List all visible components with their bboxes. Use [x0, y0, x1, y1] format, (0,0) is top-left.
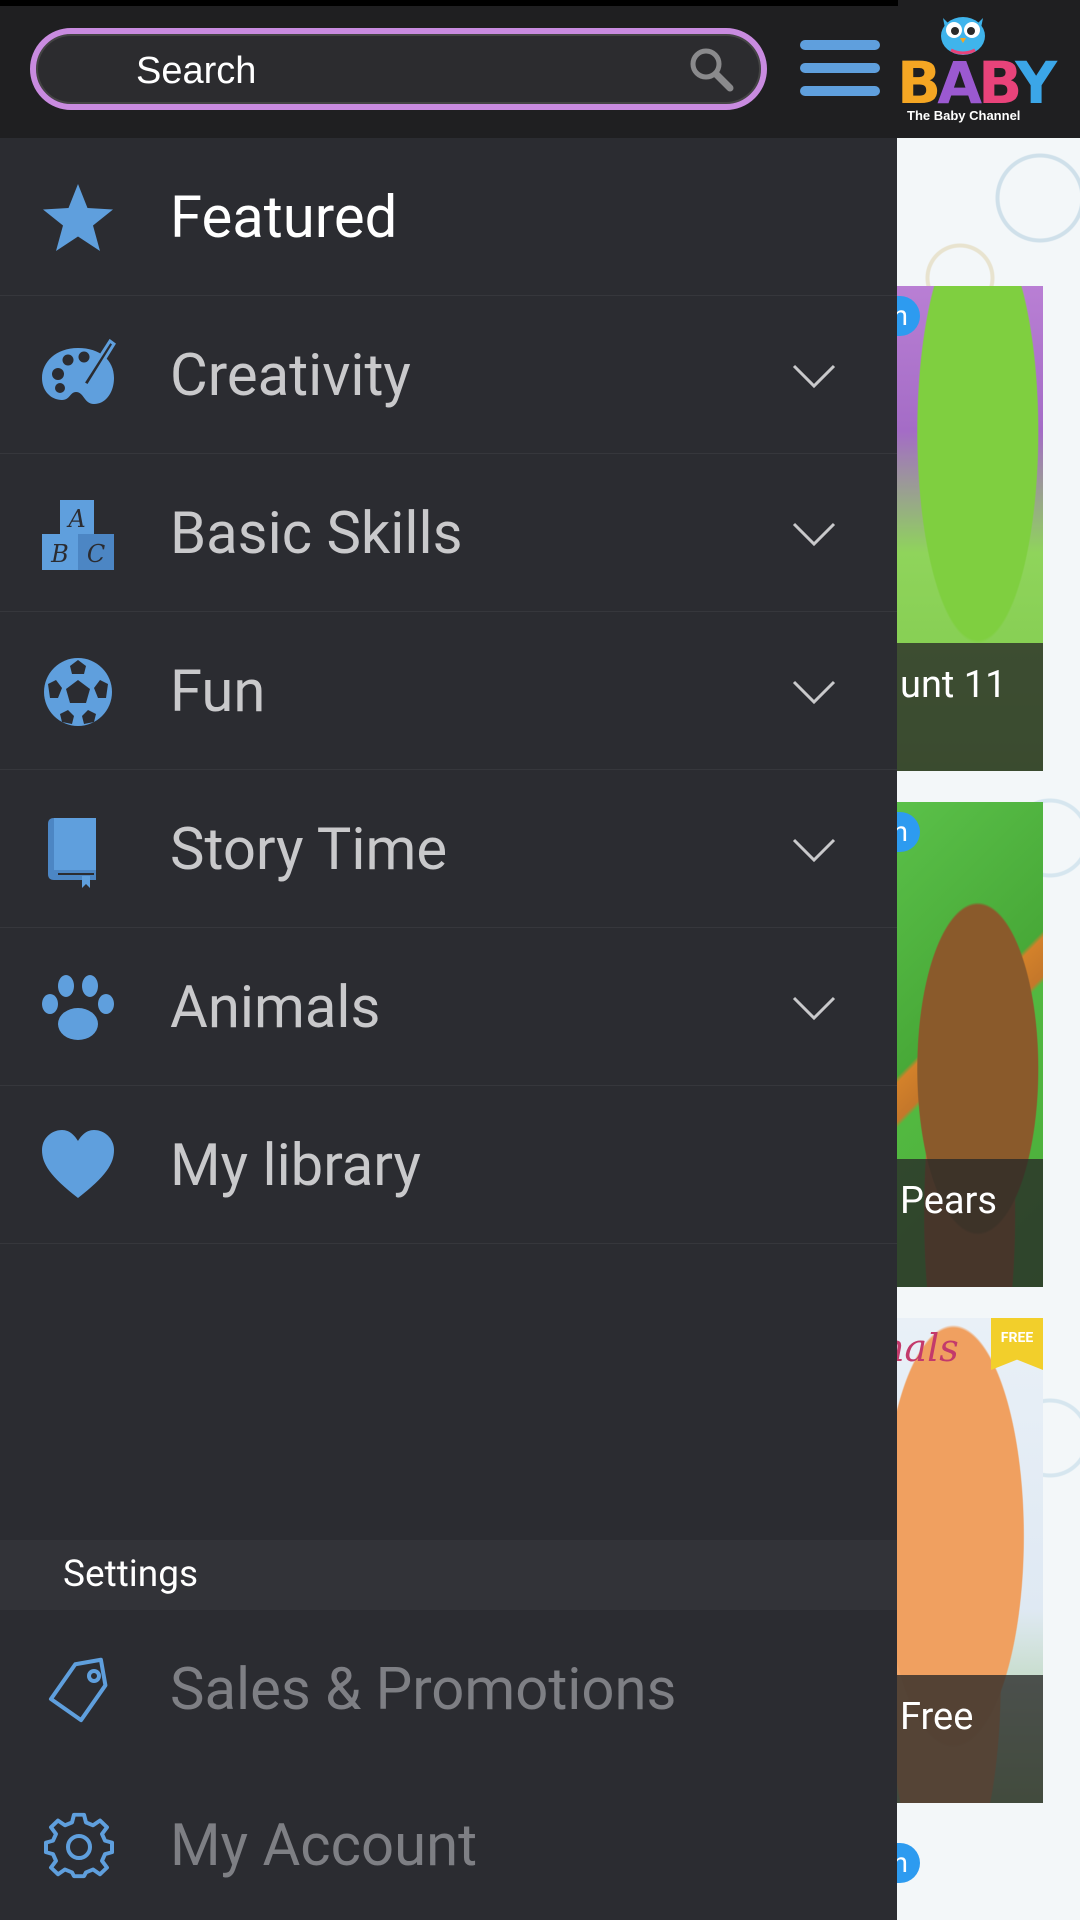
star-icon: [43, 184, 113, 251]
settings-section-header: Settings: [0, 1540, 897, 1610]
drawer-item-basic-skills[interactable]: A B C Basic Skills: [0, 454, 897, 612]
drawer-item-label: Story Time: [170, 816, 448, 884]
svg-text:C: C: [87, 540, 105, 568]
drawer-item-creativity[interactable]: Creativity: [0, 296, 897, 454]
settings-menu-list: Sales & Promotions My Account: [0, 1610, 897, 1920]
tag-icon: [48, 1657, 108, 1723]
menu-toggle-button[interactable]: [800, 40, 880, 98]
navigation-drawer: Featured Creativity A B C Basic Skills F…: [0, 138, 897, 1920]
chevron-down-icon[interactable]: [792, 512, 836, 556]
drawer-item-my-library[interactable]: My library: [0, 1086, 897, 1244]
gear-icon: [44, 1812, 114, 1879]
drawer-menu-list: Featured Creativity A B C Basic Skills F…: [0, 138, 897, 1244]
drawer-item-label: My library: [170, 1132, 421, 1200]
video-card[interactable]: nals FREE Free: [880, 1318, 1043, 1803]
search-input[interactable]: [136, 48, 656, 94]
settings-header-label: Settings: [63, 1553, 199, 1596]
video-card[interactable]: unt 11: [880, 286, 1043, 771]
drawer-item-featured[interactable]: Featured: [0, 138, 897, 296]
drawer-item-fun[interactable]: Fun: [0, 612, 897, 770]
drawer-item-sales-promotions[interactable]: Sales & Promotions: [0, 1610, 897, 1766]
drawer-item-label: Fun: [170, 658, 266, 726]
drawer-item-label: Sales & Promotions: [170, 1656, 677, 1724]
soccer-ball-icon: [44, 658, 112, 726]
drawer-item-label: Featured: [170, 184, 398, 252]
svg-text:B: B: [50, 540, 69, 568]
abc-blocks-icon: A B C: [42, 500, 114, 570]
chevron-down-icon[interactable]: [792, 354, 836, 398]
search-bar[interactable]: [30, 28, 767, 110]
drawer-item-label: Basic Skills: [170, 500, 463, 568]
palette-icon: [42, 338, 116, 404]
drawer-item-label: My Account: [170, 1812, 478, 1880]
video-card-title: Free: [880, 1675, 1043, 1803]
app-screen: unt 11 n Pears n nals FREE Free n Search…: [0, 0, 1080, 1920]
drawer-item-story-time[interactable]: Story Time: [0, 770, 897, 928]
top-divider: [0, 0, 898, 6]
video-card-title: Pears: [880, 1159, 1043, 1287]
chevron-down-icon[interactable]: [792, 670, 836, 714]
video-card-title: unt 11: [880, 643, 1043, 771]
chevron-down-icon[interactable]: [792, 986, 836, 1030]
svg-text:A: A: [66, 505, 85, 533]
baby-channel-logo[interactable]: BABY The Baby Channel: [895, 8, 1057, 128]
menu-bar-icon: [800, 63, 880, 73]
logo-wordmark: BABY: [897, 49, 1057, 117]
logo-subtitle: The Baby Channel: [907, 108, 1021, 123]
search-icon[interactable]: [686, 44, 736, 94]
drawer-item-label: Creativity: [170, 342, 411, 410]
video-card[interactable]: Pears: [880, 802, 1043, 1287]
drawer-item-animals[interactable]: Animals: [0, 928, 897, 1086]
chevron-down-icon[interactable]: [792, 828, 836, 872]
heart-icon: [42, 1130, 114, 1198]
book-icon: [48, 818, 96, 888]
drawer-item-label: Animals: [170, 974, 381, 1042]
menu-bar-icon: [800, 86, 880, 96]
drawer-item-my-account[interactable]: My Account: [0, 1766, 897, 1920]
top-app-bar: BABY The Baby Channel: [0, 0, 1080, 138]
menu-bar-icon: [800, 40, 880, 50]
paw-icon: [42, 975, 114, 1040]
